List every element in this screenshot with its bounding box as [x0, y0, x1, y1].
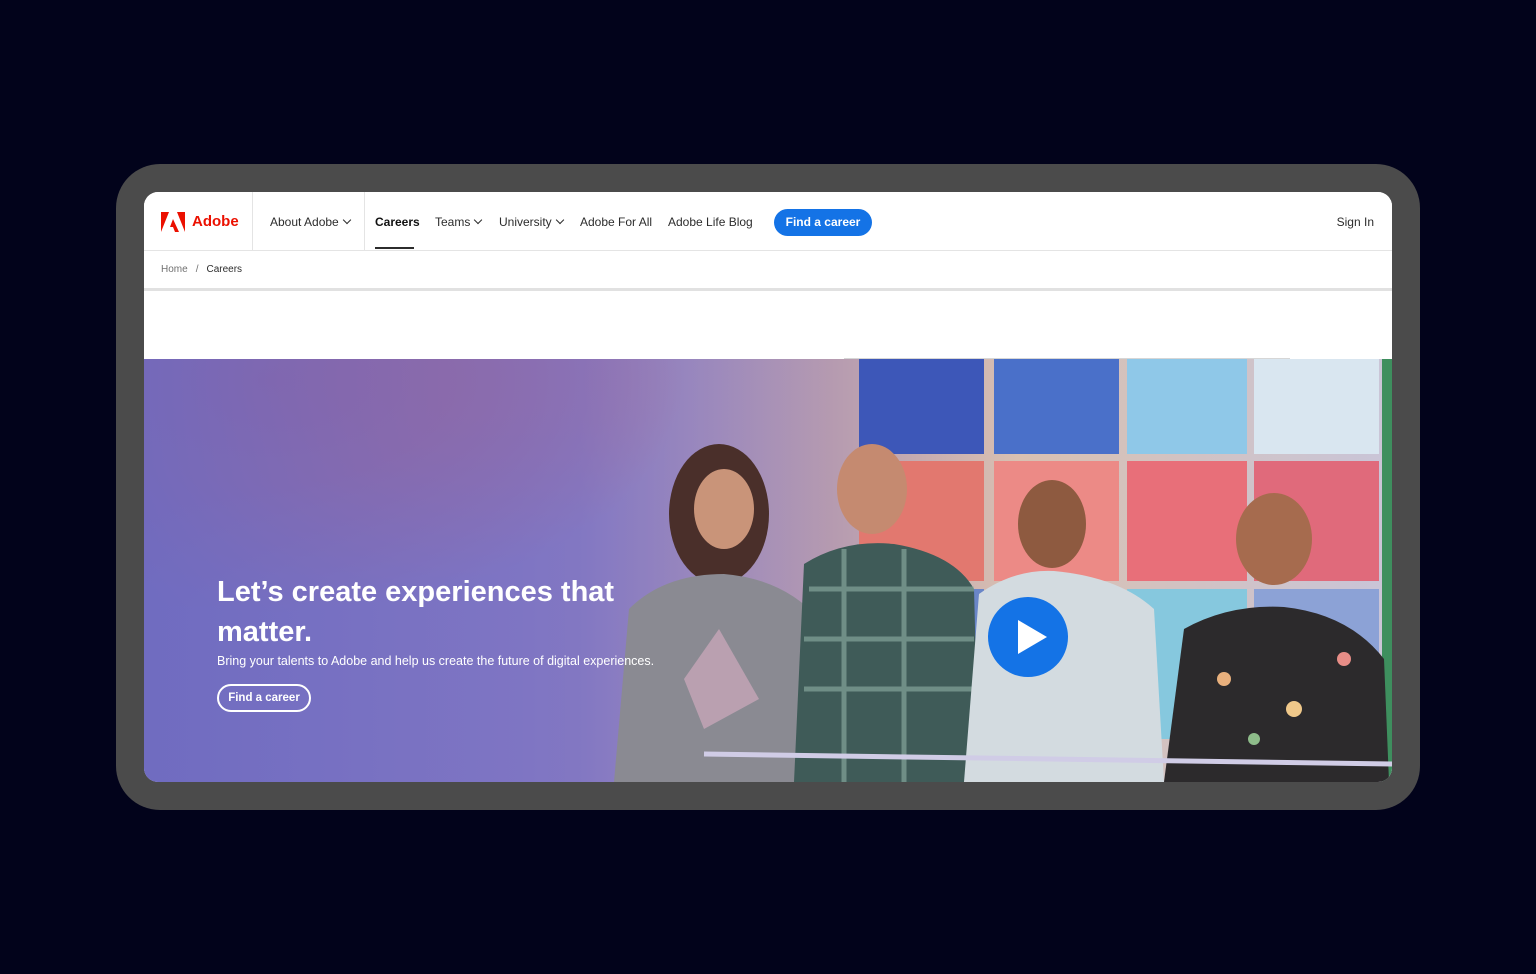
- active-tab-indicator: [375, 247, 414, 249]
- chevron-down-icon: [342, 215, 351, 225]
- nav-university-label: University: [499, 215, 552, 229]
- about-adobe-section: About Adobe: [253, 192, 365, 250]
- nav-about-adobe[interactable]: About Adobe: [270, 215, 351, 229]
- nav-adobe-for-all[interactable]: Adobe For All: [580, 215, 652, 229]
- sign-in-link[interactable]: Sign In: [1337, 215, 1374, 229]
- hero-banner: Let’s create experiences that matter. Br…: [144, 359, 1392, 782]
- breadcrumb: Home / Careers: [161, 264, 242, 276]
- chevron-down-icon: [474, 215, 483, 225]
- hero-subtitle: Bring your talents to Adobe and help us …: [217, 654, 655, 668]
- nav-university[interactable]: University: [499, 215, 564, 229]
- nav-about-label: About Adobe: [270, 215, 339, 229]
- nav-careers[interactable]: Careers: [375, 215, 420, 229]
- nav-teams-label: Teams: [435, 215, 471, 229]
- breadcrumb-home[interactable]: Home: [161, 264, 188, 275]
- find-career-button[interactable]: Find a career: [774, 209, 872, 236]
- nav-adobe-life-blog[interactable]: Adobe Life Blog: [668, 215, 753, 229]
- breadcrumb-separator: /: [195, 264, 199, 275]
- hero-photo: [144, 359, 1392, 782]
- adobe-logo-icon: [161, 212, 185, 232]
- brand-name: Adobe: [192, 213, 239, 230]
- hero-title: Let’s create experiences that matter.: [217, 576, 615, 648]
- nav-teams[interactable]: Teams: [435, 215, 483, 229]
- adobe-brand-link[interactable]: Adobe: [144, 192, 253, 250]
- top-navigation: Adobe About Adobe Careers Teams Universi…: [144, 192, 1392, 251]
- play-icon: [1018, 620, 1047, 654]
- chevron-down-icon: [555, 215, 564, 225]
- play-video-button[interactable]: [988, 597, 1068, 677]
- browser-screen: Adobe About Adobe Careers Teams Universi…: [144, 192, 1392, 782]
- breadcrumb-current: Careers: [206, 264, 243, 275]
- hero-find-career-button[interactable]: Find a career: [217, 684, 311, 712]
- breadcrumb-divider: [144, 288, 1392, 291]
